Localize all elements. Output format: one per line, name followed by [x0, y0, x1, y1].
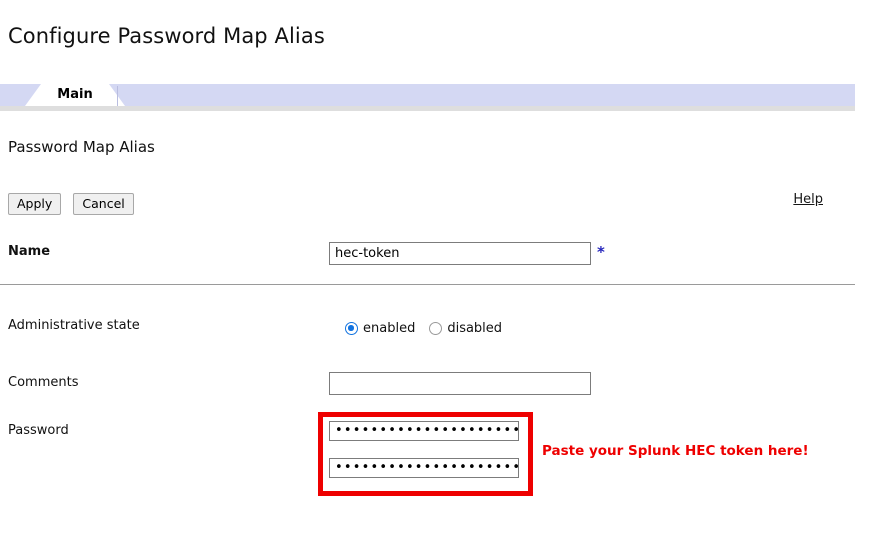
administrative-state-radio-group: enabled disabled — [345, 321, 516, 336]
section-separator — [0, 284, 855, 285]
paste-token-annotation: Paste your Splunk HEC token here! — [542, 443, 809, 459]
radio-enabled[interactable] — [345, 322, 358, 335]
tab-main-label[interactable]: Main — [25, 84, 125, 106]
action-button-row: Apply Cancel — [8, 193, 141, 215]
password-label: Password — [8, 423, 69, 438]
radio-disabled-label[interactable]: disabled — [447, 321, 502, 336]
password-input[interactable]: ••••••••••••••••••••••••• — [329, 421, 519, 441]
name-label: Name — [8, 244, 51, 259]
tab-strip-underline — [0, 106, 855, 111]
name-required-asterisk: * — [597, 243, 605, 261]
password-confirm-input[interactable]: ••••••••••••••••••••••••• — [329, 458, 519, 478]
apply-button[interactable]: Apply — [8, 193, 62, 215]
cancel-button[interactable]: Cancel — [73, 193, 134, 215]
comments-input[interactable] — [329, 372, 591, 395]
help-link[interactable]: Help — [793, 192, 823, 207]
tab-strip — [0, 84, 855, 106]
name-input[interactable] — [329, 242, 591, 265]
page-title: Configure Password Map Alias — [8, 24, 325, 48]
radio-disabled[interactable] — [429, 322, 443, 335]
comments-label: Comments — [8, 375, 79, 390]
section-heading: Password Map Alias — [8, 138, 155, 156]
administrative-state-label: Administrative state — [8, 318, 140, 333]
radio-enabled-label[interactable]: enabled — [363, 321, 415, 336]
